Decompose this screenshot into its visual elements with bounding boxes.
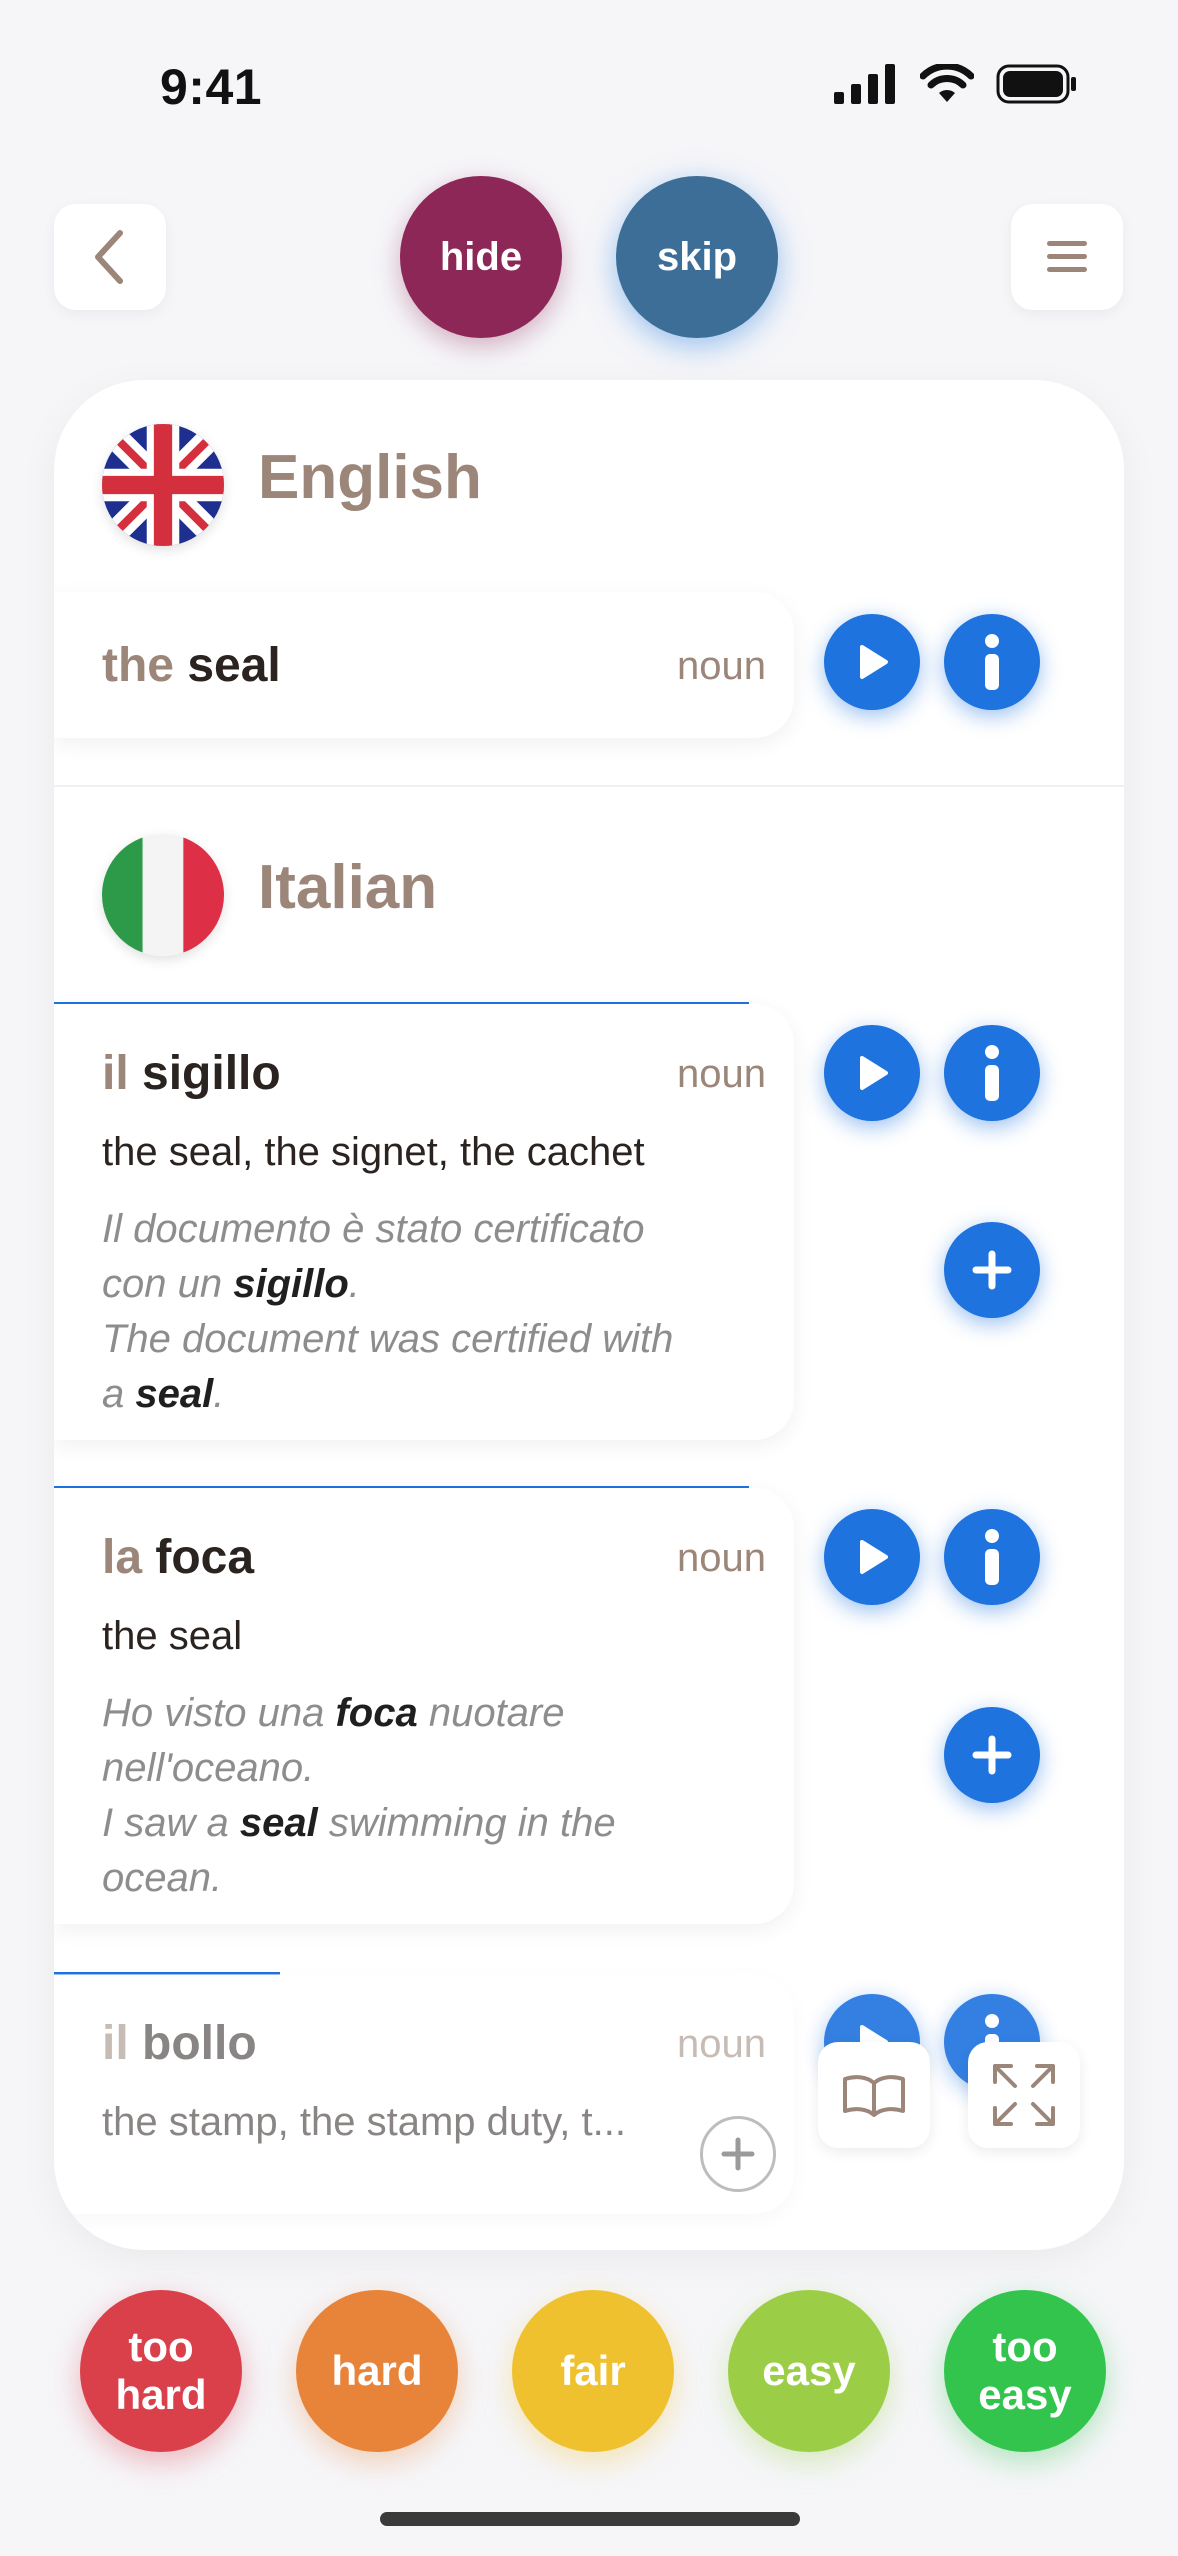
article: la	[102, 1531, 143, 1584]
status-time: 9:41	[160, 59, 263, 115]
home-indicator[interactable]	[380, 2512, 800, 2526]
play-icon	[860, 645, 888, 679]
too-hard-label-2: hard	[115, 2371, 207, 2418]
article: il	[102, 2017, 129, 2070]
part-of-speech: noun	[677, 2022, 766, 2066]
source-pos: noun	[677, 644, 766, 688]
target-language-title: Italian	[258, 853, 438, 922]
back-button[interactable]	[54, 204, 166, 310]
translation-card[interactable]: il bollo noun the stamp, the stamp duty,…	[54, 1974, 794, 2214]
rating-too-hard-button[interactable]: too hard	[80, 2290, 242, 2452]
example-sentence: Il documento è stato certificato con un …	[102, 1207, 674, 1416]
fair-label: fair	[560, 2346, 626, 2394]
example-sentence: Ho visto una foca nuotare nell'oceano. I…	[102, 1691, 616, 1900]
word: foca	[155, 1531, 255, 1584]
expand-icon	[993, 2064, 1055, 2126]
book-icon	[843, 2075, 905, 2117]
info-icon	[985, 1045, 999, 1101]
source-word: seal	[187, 639, 281, 692]
hide-label: hide	[439, 235, 523, 279]
add-word-button[interactable]	[944, 1222, 1040, 1318]
rating-fair-button[interactable]: fair	[512, 2290, 674, 2452]
skip-button[interactable]: skip	[616, 176, 778, 338]
section-divider	[54, 785, 1124, 787]
signal-icon	[834, 64, 895, 104]
add-word-button[interactable]	[944, 1707, 1040, 1803]
translation-card[interactable]: la foca noun the seal Ho visto una foca …	[54, 1488, 794, 1924]
plus-icon	[721, 2137, 755, 2171]
too-hard-label-1: too	[128, 2322, 194, 2370]
info-icon	[985, 634, 999, 690]
translation-text: the seal, the signet, the cachet	[102, 1130, 645, 1174]
word: sigillo	[142, 1047, 281, 1100]
too-easy-label-2: easy	[978, 2371, 1072, 2418]
info-icon	[985, 1529, 999, 1585]
vocab-card: English the seal noun Italian il sigillo…	[54, 380, 1124, 2250]
article: il	[102, 1047, 129, 1100]
rating-easy-button[interactable]: easy	[728, 2290, 890, 2452]
wifi-icon	[920, 64, 974, 102]
dictionary-button[interactable]	[818, 2042, 930, 2148]
word: bollo	[142, 2017, 257, 2070]
play-audio-button[interactable]	[824, 1509, 920, 1605]
source-word-card[interactable]: the seal noun	[54, 592, 794, 738]
add-word-button[interactable]	[700, 2116, 776, 2192]
part-of-speech: noun	[677, 1052, 766, 1096]
plus-icon	[972, 1250, 1012, 1290]
source-article: the	[102, 639, 174, 692]
play-icon	[860, 1056, 888, 1090]
info-button[interactable]	[944, 1509, 1040, 1605]
translation-text: the stamp, the stamp duty, t...	[102, 2100, 626, 2144]
easy-label: easy	[762, 2346, 856, 2394]
hide-button[interactable]: hide	[400, 176, 562, 338]
source-language-title: English	[258, 443, 482, 512]
part-of-speech: noun	[677, 1536, 766, 1580]
play-audio-button[interactable]	[824, 1025, 920, 1121]
translation-card[interactable]: il sigillo noun the seal, the signet, th…	[54, 1004, 794, 1440]
play-audio-button[interactable]	[824, 614, 920, 710]
chevron-left-icon	[95, 230, 123, 284]
menu-button[interactable]	[1011, 204, 1123, 310]
info-button[interactable]	[944, 614, 1040, 710]
info-button[interactable]	[944, 1025, 1040, 1121]
too-easy-label-1: too	[992, 2322, 1058, 2370]
expand-button[interactable]	[968, 2042, 1080, 2148]
hard-label: hard	[331, 2346, 423, 2394]
translation-text: the seal	[102, 1614, 243, 1658]
uk-flag-icon	[102, 424, 224, 546]
skip-label: skip	[656, 235, 738, 279]
italy-flag-icon	[102, 834, 224, 956]
rating-too-easy-button[interactable]: too easy	[944, 2290, 1106, 2452]
plus-icon	[972, 1735, 1012, 1775]
menu-icon	[1047, 241, 1087, 272]
status-icons	[834, 64, 1078, 104]
rating-hard-button[interactable]: hard	[296, 2290, 458, 2452]
battery-icon	[996, 64, 1076, 104]
play-icon	[860, 1540, 888, 1574]
